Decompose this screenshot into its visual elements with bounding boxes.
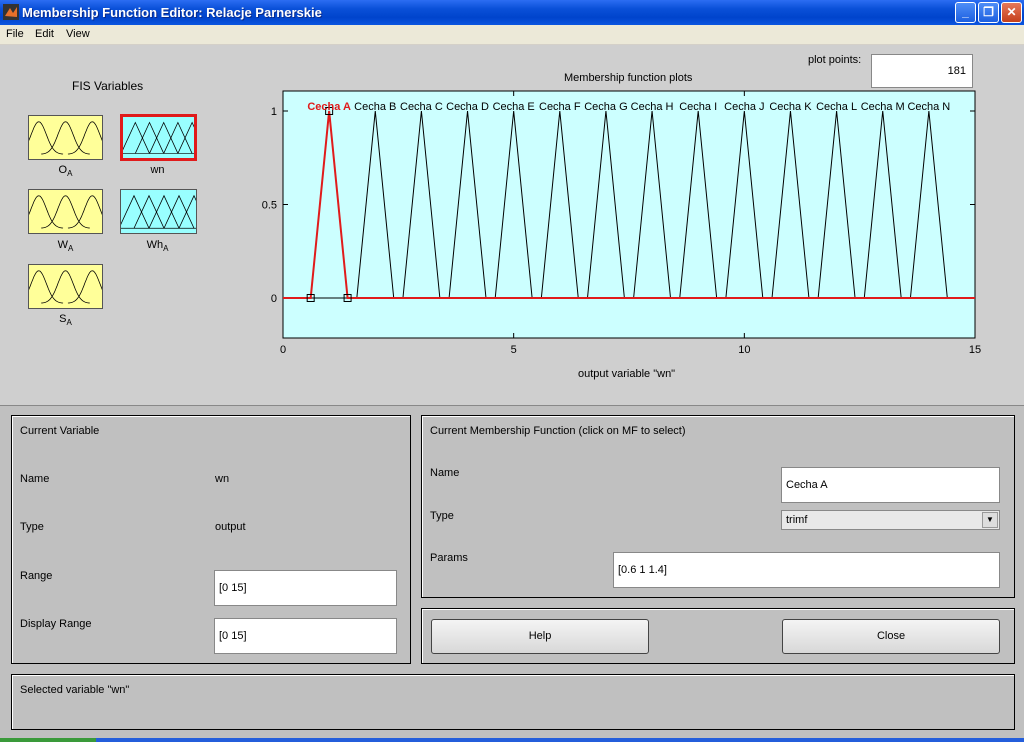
status-panel: Selected variable "wn" (11, 674, 1015, 730)
mf-label: Cecha I (679, 101, 717, 113)
mf-label: Cecha B (354, 101, 396, 113)
mf-icon-curve (29, 270, 64, 304)
fis-variables-title: FIS Variables (72, 79, 144, 93)
current-mf-panel: Current Membership Function (click on MF… (421, 415, 1015, 598)
display-range-label: Display Range (20, 618, 92, 630)
menu-file[interactable]: File (6, 28, 24, 40)
window-title: Membership Function Editor: Relacje Parn… (22, 5, 322, 20)
x-tick-label: 15 (969, 344, 981, 356)
plot-title: Membership function plots (564, 72, 693, 84)
current-mf-title: Current Membership Function (click on MF… (430, 425, 686, 437)
display-range-input[interactable] (214, 618, 397, 654)
fis-variable-wha-label: WhA (146, 239, 169, 254)
mf-name-label: Name (430, 467, 460, 479)
range-label: Range (20, 570, 53, 582)
mf-type-label: Type (430, 510, 454, 522)
mf-icon-curve (163, 121, 193, 154)
minimize-button[interactable]: _ (955, 2, 976, 23)
title-bar: Membership Function Editor: Relacje Parn… (0, 0, 1024, 25)
status-text: Selected variable "wn" (20, 684, 130, 696)
variable-name-label: Name (20, 473, 50, 485)
close-button[interactable]: Close (782, 619, 1000, 654)
x-tick-label: 0 (280, 344, 286, 356)
mf-params-label: Params (430, 552, 468, 564)
plot-points-input[interactable] (871, 54, 973, 88)
y-tick-label: 1 (271, 106, 277, 118)
mf-icon-curve (67, 121, 102, 155)
fis-variable-wn[interactable] (120, 114, 197, 161)
menu-view[interactable]: View (66, 28, 90, 40)
maximize-button[interactable]: ❐ (978, 2, 999, 23)
mf-icon-curve (67, 270, 102, 304)
mf-label: Cecha E (493, 101, 535, 113)
mf-icon-curve (133, 194, 165, 229)
x-tick-label: 5 (511, 344, 517, 356)
matlab-icon (3, 4, 19, 20)
fis-variable-sa[interactable] (28, 264, 103, 309)
mf-icon-curve (148, 194, 180, 229)
plot-axes-area (282, 90, 976, 339)
mf-icon-curve (41, 121, 90, 155)
mf-icon-curve (41, 195, 90, 229)
mf-icon-curve (67, 195, 102, 229)
x-tick-label: 10 (738, 344, 750, 356)
fis-variable-sa-label: SA (59, 313, 72, 328)
membership-function-plot[interactable]: 00.510 5 10 15Cecha A Cecha B Cecha C Cecha DC… (262, 88, 1002, 388)
mf-type-value: trimf (786, 514, 808, 526)
mf-icon-curve (41, 270, 90, 304)
mf-label: Cecha G (584, 101, 627, 113)
mf-label: Cecha C (400, 101, 443, 113)
mf-icon-curve (121, 194, 150, 229)
actions-panel: Help Close (421, 608, 1015, 664)
y-tick-label: 0 (271, 293, 277, 305)
dropdown-arrow-icon: ▼ (982, 512, 998, 528)
fis-variable-wa-label: WA (57, 239, 74, 254)
start-button-edge (0, 738, 96, 742)
mf-label: Cecha A (307, 101, 351, 113)
mf-icon-curve (29, 121, 64, 155)
mf-label: Cecha M (861, 101, 905, 113)
mf-icon-curve (123, 121, 150, 154)
variable-type-label: Type (20, 521, 44, 533)
help-button[interactable]: Help (431, 619, 649, 654)
current-variable-title: Current Variable (20, 425, 100, 437)
fis-variable-wn-label: wn (150, 164, 165, 176)
menu-bar: File Edit View (0, 25, 1024, 45)
taskbar-strip (0, 738, 1024, 742)
fis-variable-wha[interactable] (120, 189, 197, 234)
fis-variable-oa[interactable] (28, 115, 103, 160)
menu-edit[interactable]: Edit (35, 28, 54, 40)
mf-params-input[interactable] (613, 552, 1000, 588)
y-tick-label: 0.5 (262, 200, 277, 212)
mf-label: Cecha D (446, 101, 489, 113)
plot-points-label: plot points: (808, 54, 862, 66)
variable-type-value: output (215, 521, 246, 533)
mf-label: Cecha K (769, 101, 812, 113)
x-axis-label: output variable "wn" (578, 368, 676, 380)
mf-name-input[interactable] (781, 467, 1000, 503)
mf-label: Cecha F (539, 101, 581, 113)
mf-icon-curve (29, 195, 64, 229)
mf-type-select[interactable]: trimf ▼ (781, 510, 1000, 530)
mf-label: Cecha H (631, 101, 674, 113)
fis-variable-wa[interactable] (28, 189, 103, 234)
mf-icon-curve (134, 121, 165, 154)
mf-label: Cecha L (816, 101, 857, 113)
mf-icon-curve (163, 194, 195, 229)
mf-label: Cecha N (907, 101, 950, 113)
mf-icon-curve (149, 121, 179, 154)
range-input[interactable] (214, 570, 397, 606)
fis-variable-oa-label: OA (58, 164, 73, 179)
current-variable-panel: Current Variable Name wn Type output Ran… (11, 415, 411, 664)
mf-label: Cecha J (724, 101, 764, 113)
close-window-button[interactable]: ✕ (1001, 2, 1022, 23)
variable-name-value: wn (215, 473, 230, 485)
